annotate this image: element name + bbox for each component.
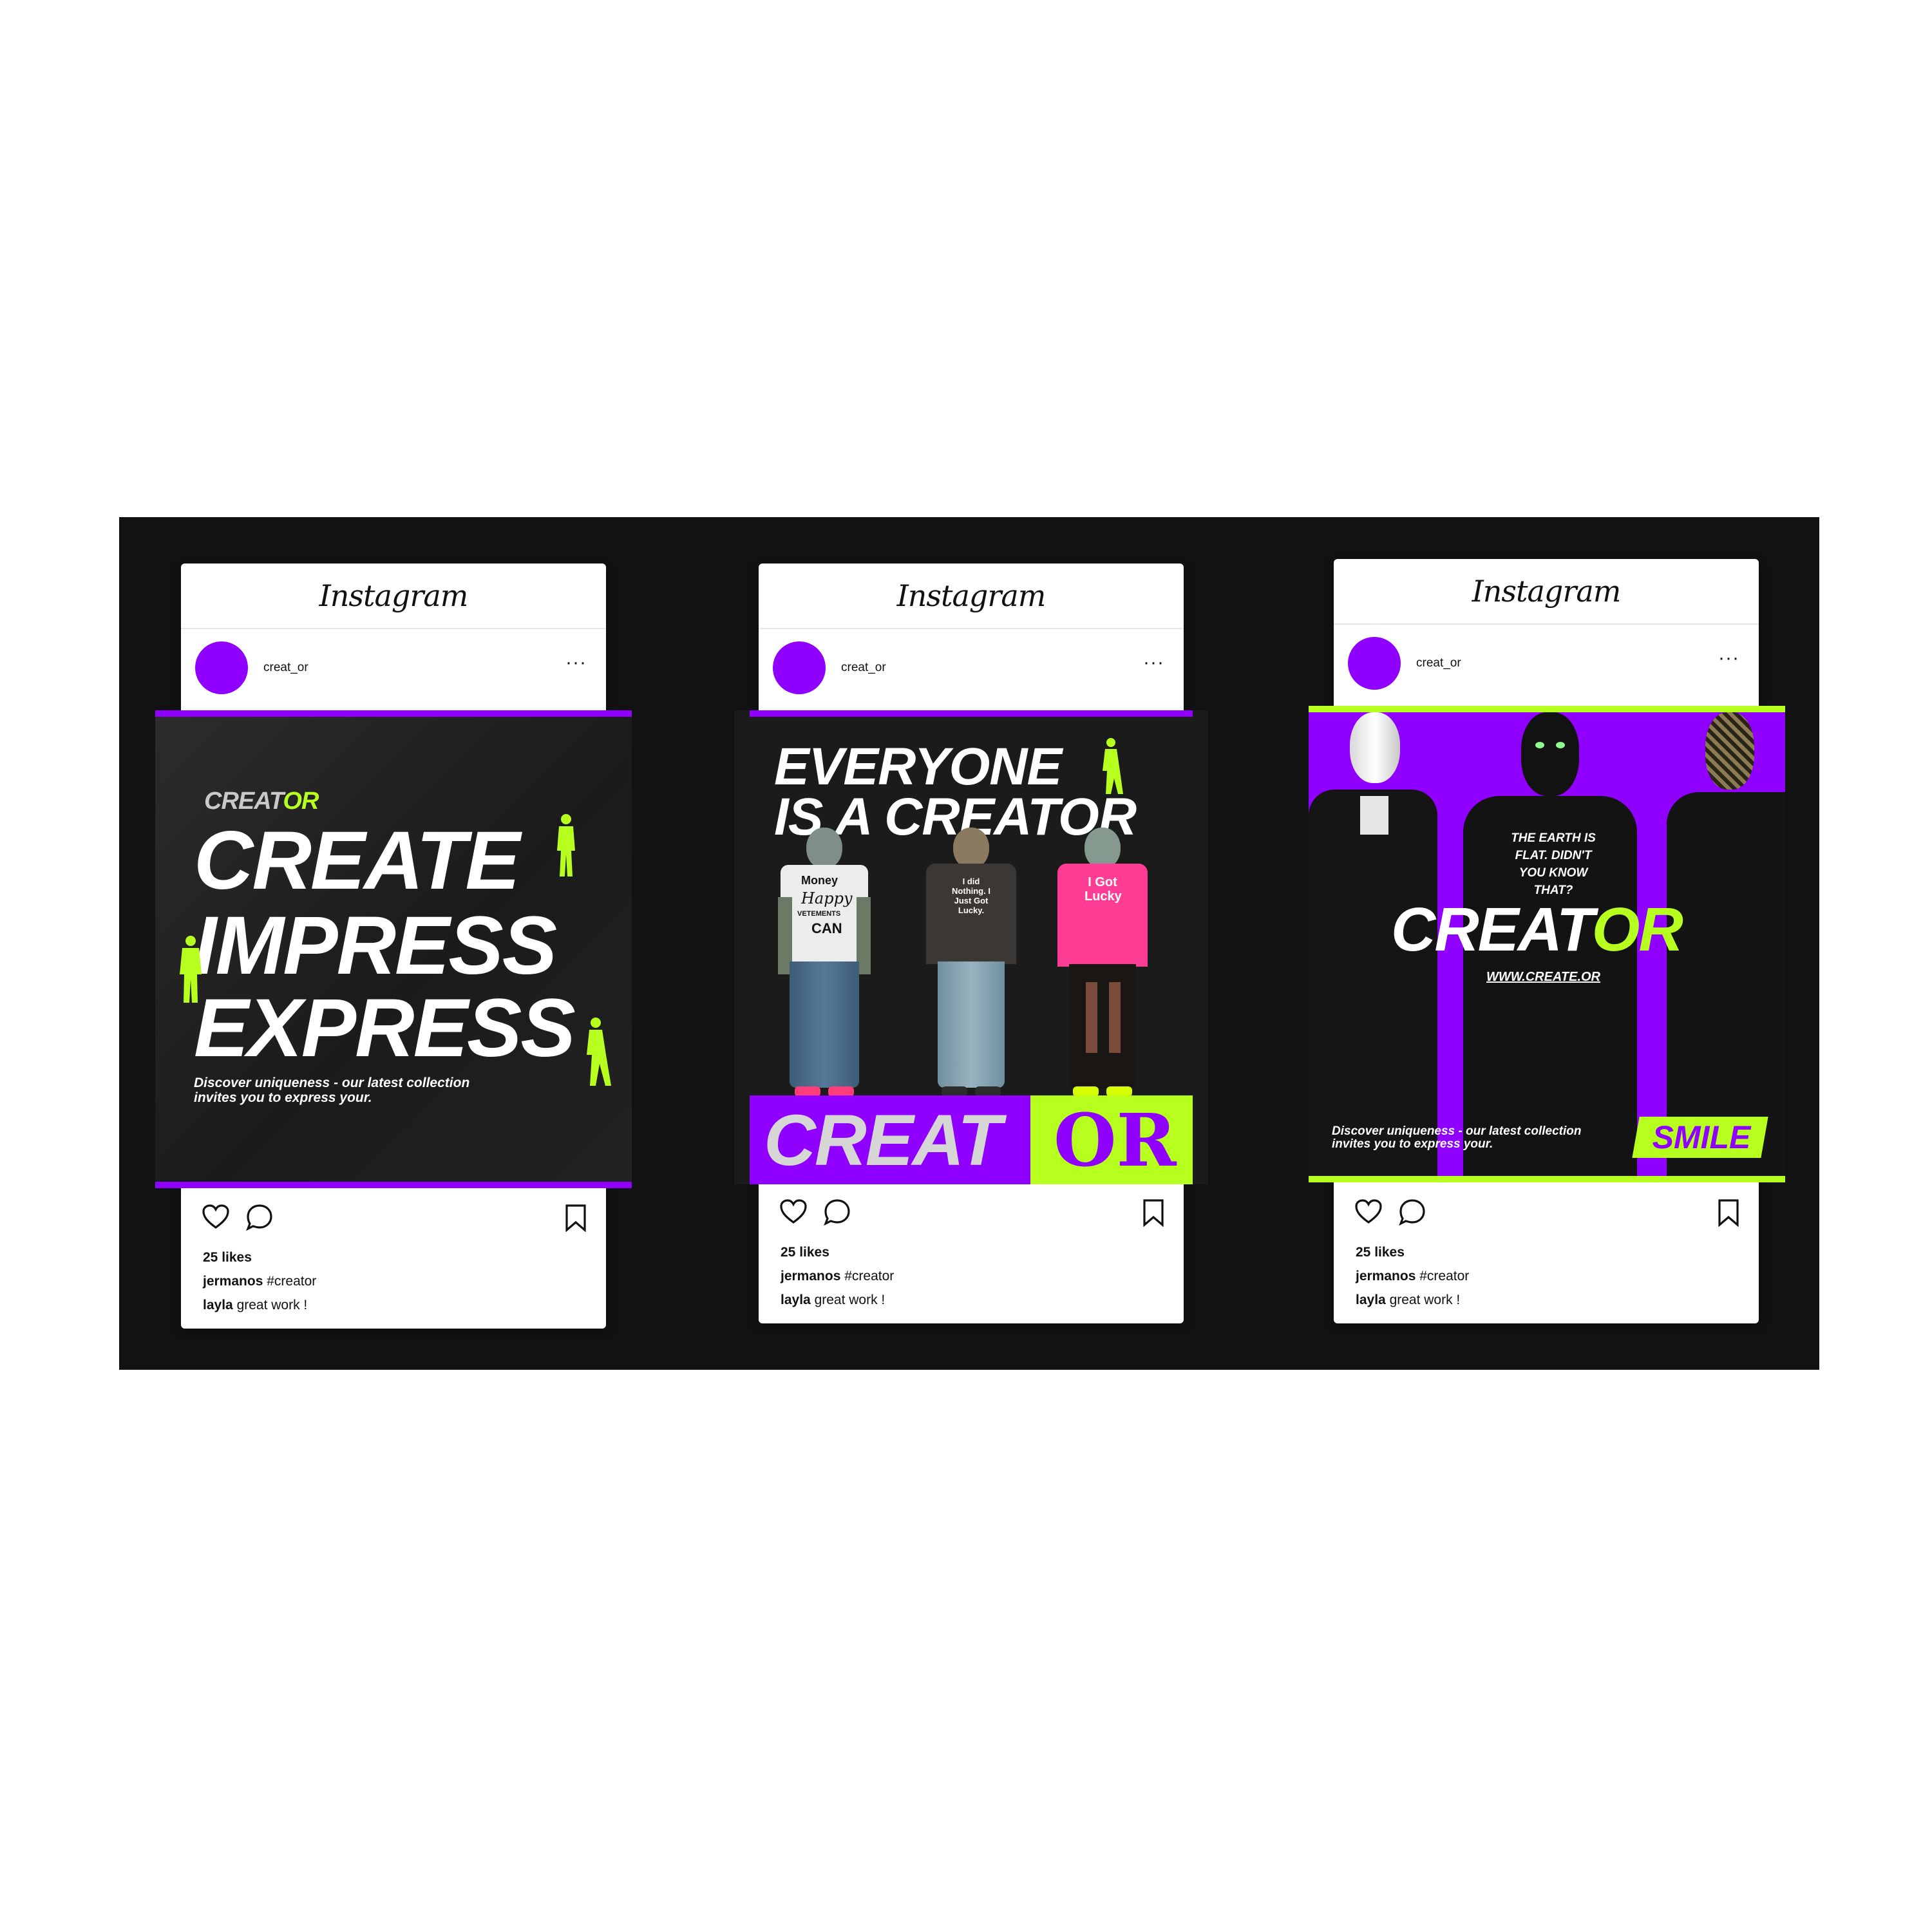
shirt-text: THE EARTH IS FLAT. DIDN'T YOU KNOW THAT? (1511, 831, 1596, 897)
smile-badge-text: SMILE (1652, 1119, 1751, 1155)
comment: layla great work ! (203, 1298, 307, 1313)
caption: jermanos #creator (781, 1269, 894, 1284)
brand-banner: CREAT OR (750, 1095, 1193, 1184)
brand-part-a: CREAT (204, 788, 283, 815)
username[interactable]: creat_or (1416, 656, 1461, 670)
headline-impress: IMPRESS (194, 900, 557, 992)
website-url[interactable]: WWW.CREATE.OR (1486, 970, 1600, 985)
post-footer: 25 likes jermanos #creator layla great w… (759, 1182, 1184, 1323)
instagram-logo: Instagram (896, 578, 1046, 613)
shirt-text: I Got Lucky (1084, 875, 1122, 904)
avatar[interactable] (773, 641, 826, 694)
banner-text-creat: CREAT (764, 1100, 1001, 1180)
figure-silhouette-icon (1103, 738, 1123, 794)
bottom-accent-bar (155, 1182, 632, 1188)
figure-silhouette-icon (557, 814, 575, 876)
profile-row[interactable]: creat_or ··· (1334, 625, 1759, 702)
instagram-logo: Instagram (1472, 574, 1622, 609)
description-line-2: invites you to express your. (194, 1090, 372, 1105)
caption-user[interactable]: jermanos (781, 1269, 840, 1283)
username[interactable]: creat_or (841, 661, 886, 675)
shirt-text: CAN (811, 920, 842, 936)
shirt-text: Money (801, 874, 838, 887)
shirt-text: Happy (801, 889, 853, 907)
profile-row[interactable]: creat_or ··· (181, 629, 606, 706)
bookmark-icon[interactable] (565, 1204, 587, 1232)
figure-silhouette-icon (180, 936, 202, 1003)
description-line-1: Discover uniqueness - our latest collect… (194, 1075, 470, 1090)
brand-part-b: OR (283, 788, 319, 815)
model-figure-2: I did Nothing. I Just Got Lucky. (925, 828, 1018, 1098)
comment-text: great work ! (814, 1293, 886, 1307)
bookmark-icon[interactable] (1718, 1198, 1739, 1227)
caption-user[interactable]: jermanos (1356, 1269, 1416, 1283)
description-line-2: invites you to express your. (1332, 1137, 1493, 1151)
top-accent-bar (1309, 706, 1785, 712)
post-image-2[interactable]: EVERYONE IS A CREATOR Money Happy VETEME… (734, 710, 1208, 1184)
comment-icon[interactable] (1398, 1198, 1426, 1226)
post-header: Instagram (1334, 559, 1759, 625)
headline-line-1: EVERYONE (774, 737, 1062, 796)
caption: jermanos #creator (1356, 1269, 1469, 1284)
caption: jermanos #creator (203, 1274, 316, 1289)
caption-user[interactable]: jermanos (203, 1274, 263, 1289)
model-figure-3: I Got Lucky (1056, 828, 1149, 1098)
avatar[interactable] (1348, 637, 1401, 690)
instagram-logo: Instagram (319, 578, 469, 613)
comment-icon[interactable] (245, 1204, 274, 1231)
brand-part-a: CREAT (1391, 895, 1593, 964)
username[interactable]: creat_or (263, 661, 308, 675)
comment-user[interactable]: layla (1356, 1293, 1386, 1307)
top-accent-bar (750, 710, 1193, 717)
caption-text: #creator (844, 1269, 895, 1283)
more-options-icon[interactable]: ··· (1718, 649, 1739, 668)
comment-text: great work ! (236, 1298, 308, 1312)
figure-silhouette-icon (587, 1018, 611, 1086)
post-header: Instagram (181, 564, 606, 629)
heart-icon[interactable] (202, 1204, 230, 1229)
more-options-icon[interactable]: ··· (1143, 653, 1164, 672)
brand-wordmark: CREATOR (204, 788, 319, 815)
comment-user[interactable]: layla (203, 1298, 233, 1312)
description-line-1: Discover uniqueness - our latest collect… (1332, 1124, 1582, 1138)
post-image-1[interactable]: CREATOR CREATE IMPRESS EXPRESS Discover … (155, 710, 632, 1188)
caption-text: #creator (1419, 1269, 1470, 1283)
likes-count: 25 likes (781, 1245, 829, 1260)
profile-row[interactable]: creat_or ··· (759, 629, 1184, 706)
avatar[interactable] (195, 641, 248, 694)
comment: layla great work ! (1356, 1293, 1460, 1308)
comment-icon[interactable] (823, 1198, 851, 1226)
post-footer: 25 likes jermanos #creator layla great w… (1334, 1182, 1759, 1323)
bottom-accent-bar (1309, 1176, 1785, 1182)
post-image-3[interactable]: THE EARTH IS FLAT. DIDN'T YOU KNOW THAT?… (1309, 706, 1785, 1182)
heart-icon[interactable] (1354, 1198, 1383, 1224)
headline-create: CREATE (194, 815, 520, 907)
model-figure-1: Money Happy VETEMENTS CAN (778, 828, 871, 1098)
caption-text: #creator (267, 1274, 317, 1289)
likes-count: 25 likes (1356, 1245, 1405, 1260)
brand-wordmark: CREATOR (1391, 895, 1683, 964)
more-options-icon[interactable]: ··· (565, 653, 587, 672)
post-footer: 25 likes jermanos #creator layla great w… (181, 1187, 606, 1329)
model-figure-right (1667, 712, 1785, 1176)
shirt-text: I did Nothing. I Just Got Lucky. (952, 876, 990, 915)
comment: layla great work ! (781, 1293, 885, 1308)
heart-icon[interactable] (779, 1198, 808, 1224)
brand-part-b: OR (1591, 895, 1683, 964)
top-accent-bar (155, 710, 632, 717)
bookmark-icon[interactable] (1142, 1198, 1164, 1227)
banner-text-or: OR (1054, 1099, 1177, 1183)
headline-express: EXPRESS (194, 982, 576, 1074)
comment-text: great work ! (1389, 1293, 1461, 1307)
post-header: Instagram (759, 564, 1184, 629)
shirt-text: VETEMENTS (797, 910, 841, 918)
comment-user[interactable]: layla (781, 1293, 811, 1307)
likes-count: 25 likes (203, 1250, 252, 1265)
